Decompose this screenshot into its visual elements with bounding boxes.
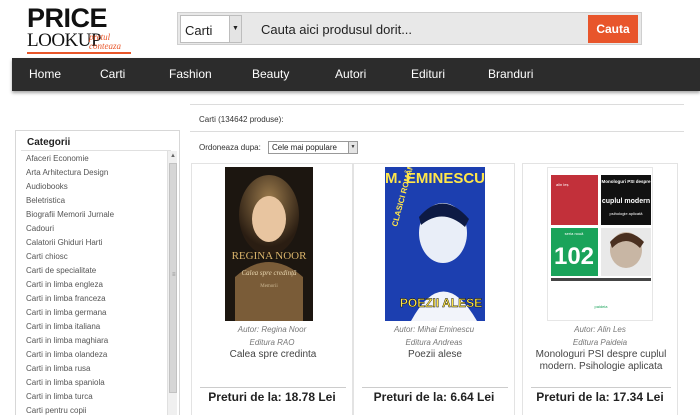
sidebar-item[interactable]: Beletristica bbox=[26, 196, 65, 206]
scroll-up-icon[interactable]: ▲ bbox=[168, 151, 178, 161]
sidebar-item[interactable]: Carti in limba engleza bbox=[26, 280, 103, 290]
author-label: Autor: bbox=[574, 325, 596, 334]
sidebar-item[interactable]: Carti in limba rusa bbox=[26, 364, 90, 374]
product-card[interactable]: REGINA NOOR Calea spre credință Memorii … bbox=[191, 163, 353, 415]
search-category-value: Carti bbox=[185, 23, 213, 38]
sidebar-item[interactable]: Afaceri Economie bbox=[26, 154, 89, 164]
nav-item-autori[interactable]: Autori bbox=[335, 58, 366, 91]
price-divider bbox=[531, 387, 671, 388]
chevron-down-icon[interactable]: ▼ bbox=[348, 142, 357, 153]
nav-item-beauty[interactable]: Beauty bbox=[252, 58, 289, 91]
nav-item-edituri[interactable]: Edituri bbox=[411, 58, 445, 91]
book-cover[interactable]: M. EMINESCU CLASICI ROMÂNI POEZII ALESE bbox=[385, 167, 485, 321]
sidebar-item[interactable]: Biografii Memorii Jurnale bbox=[26, 210, 114, 220]
sidebar-item[interactable]: Carti in limba germana bbox=[26, 308, 106, 318]
cover-heading-sub: psihologie aplicată bbox=[610, 211, 644, 216]
main-nav: Home Carti Fashion Beauty Autori Edituri… bbox=[12, 58, 700, 91]
author-label: Autor: bbox=[393, 325, 416, 334]
product-card[interactable]: alin leș Monologuri PSI despre cuplul mo… bbox=[522, 163, 678, 415]
book-cover[interactable]: REGINA NOOR Calea spre credință Memorii bbox=[225, 167, 313, 321]
sort-select[interactable]: Cele mai populare ▼ bbox=[268, 141, 358, 154]
search-button[interactable]: Cauta bbox=[588, 15, 638, 43]
sidebar-item[interactable]: Arta Arhitectura Design bbox=[26, 168, 108, 178]
sidebar-divider bbox=[21, 150, 171, 151]
cover-author-text: alin leș bbox=[556, 182, 568, 187]
results-bottom-divider bbox=[190, 131, 684, 132]
book-cover[interactable]: alin leș Monologuri PSI despre cuplul mo… bbox=[547, 167, 653, 321]
book-title[interactable]: Calea spre credinta bbox=[196, 349, 350, 361]
book-cover-image: REGINA NOOR Calea spre credință Memorii bbox=[225, 167, 313, 321]
cover-series-number: 102 bbox=[554, 243, 594, 270]
book-price[interactable]: Preturi de la: 18.78 Lei bbox=[192, 390, 352, 404]
nav-item-home[interactable]: Home bbox=[29, 58, 61, 91]
cover-publisher-text: paideia bbox=[595, 304, 609, 309]
sidebar-item[interactable]: Carti in limba turca bbox=[26, 392, 93, 402]
search-bar: Carti ▼ Cauta bbox=[177, 12, 642, 45]
book-author[interactable]: Mihai Eminescu bbox=[418, 325, 474, 334]
sort-label: Ordoneaza dupa: bbox=[199, 143, 261, 152]
book-author-line: Autor: Regina Noor bbox=[192, 325, 352, 334]
book-publisher[interactable]: Editura Paideia bbox=[523, 338, 677, 347]
cover-title-text: Calea spre credință bbox=[241, 269, 297, 277]
sidebar-item[interactable]: Carti de specialitate bbox=[26, 266, 96, 276]
sidebar-item[interactable]: Cadouri bbox=[26, 224, 54, 234]
book-price[interactable]: Preturi de la: 6.64 Lei bbox=[354, 390, 514, 404]
category-sidebar: Categorii Afaceri Economie Arta Arhitect… bbox=[15, 130, 180, 415]
search-input[interactable] bbox=[253, 15, 583, 43]
sidebar-title: Categorii bbox=[27, 137, 71, 148]
site-logo[interactable]: PRICE LOOKUP pretul conteaza bbox=[27, 5, 137, 55]
book-author[interactable]: Regina Noor bbox=[261, 325, 306, 334]
book-author[interactable]: Alin Les bbox=[597, 325, 625, 334]
author-label: Autor: bbox=[237, 325, 260, 334]
cover-series-label: seria nouă bbox=[565, 231, 584, 236]
cover-author-text: M. EMINESCU bbox=[385, 170, 485, 187]
sidebar-item[interactable]: Carti in limba spaniola bbox=[26, 378, 105, 388]
book-title[interactable]: Monologuri PSI despre cuplul modern. Psi… bbox=[527, 349, 675, 373]
book-cover-image: M. EMINESCU CLASICI ROMÂNI POEZII ALESE bbox=[385, 167, 485, 321]
book-author-line: Autor: Mihai Eminescu bbox=[354, 325, 514, 334]
sidebar-item[interactable]: Carti in limba franceza bbox=[26, 294, 106, 304]
nav-item-fashion[interactable]: Fashion bbox=[169, 58, 212, 91]
logo-underline bbox=[27, 52, 131, 54]
cover-subtitle-text: Memorii bbox=[260, 284, 278, 289]
results-count: Carti (134642 produse): bbox=[199, 115, 284, 124]
sidebar-item[interactable]: Carti pentru copii bbox=[26, 406, 86, 415]
cover-heading-big: cuplul modern bbox=[602, 198, 650, 205]
grip-icon: ≡ bbox=[172, 272, 176, 278]
results-top-divider bbox=[190, 104, 684, 105]
search-category-select[interactable]: Carti ▼ bbox=[180, 15, 242, 43]
price-divider bbox=[362, 387, 508, 388]
cover-heading-small: Monologuri PSI despre bbox=[601, 179, 651, 184]
sidebar-item[interactable]: Calatorii Ghiduri Harti bbox=[26, 238, 102, 248]
nav-item-branduri[interactable]: Branduri bbox=[488, 58, 533, 91]
sidebar-item[interactable]: Audiobooks bbox=[26, 182, 68, 192]
sidebar-item[interactable]: Carti in limba olandeza bbox=[26, 350, 107, 360]
sidebar-item[interactable]: Carti chiosc bbox=[26, 252, 68, 262]
book-cover-image: alin leș Monologuri PSI despre cuplul mo… bbox=[548, 168, 652, 320]
sidebar-item[interactable]: Carti in limba italiana bbox=[26, 322, 100, 332]
sidebar-scrollbar[interactable]: ▲ ≡ bbox=[167, 151, 177, 415]
book-title[interactable]: Poezii alese bbox=[358, 349, 512, 361]
scrollbar-thumb[interactable]: ≡ bbox=[169, 163, 177, 393]
logo-tagline: pretul conteaza bbox=[89, 32, 121, 51]
cover-author-text: REGINA NOOR bbox=[232, 250, 308, 262]
book-price[interactable]: Preturi de la: 17.34 Lei bbox=[523, 390, 677, 404]
book-publisher[interactable]: Editura Andreas bbox=[354, 338, 514, 347]
logo-price-text: PRICE bbox=[27, 3, 108, 33]
book-author-line: Autor: Alin Les bbox=[523, 325, 677, 334]
nav-item-carti[interactable]: Carti bbox=[100, 58, 125, 91]
price-divider bbox=[200, 387, 346, 388]
book-publisher[interactable]: Editura RAO bbox=[192, 338, 352, 347]
cover-title-text: POEZII ALESE bbox=[400, 296, 482, 310]
sidebar-item[interactable]: Carti in limba maghiara bbox=[26, 336, 108, 346]
chevron-down-icon[interactable]: ▼ bbox=[229, 16, 241, 42]
sort-select-value: Cele mai populare bbox=[272, 143, 337, 152]
product-card[interactable]: M. EMINESCU CLASICI ROMÂNI POEZII ALESE … bbox=[353, 163, 515, 415]
